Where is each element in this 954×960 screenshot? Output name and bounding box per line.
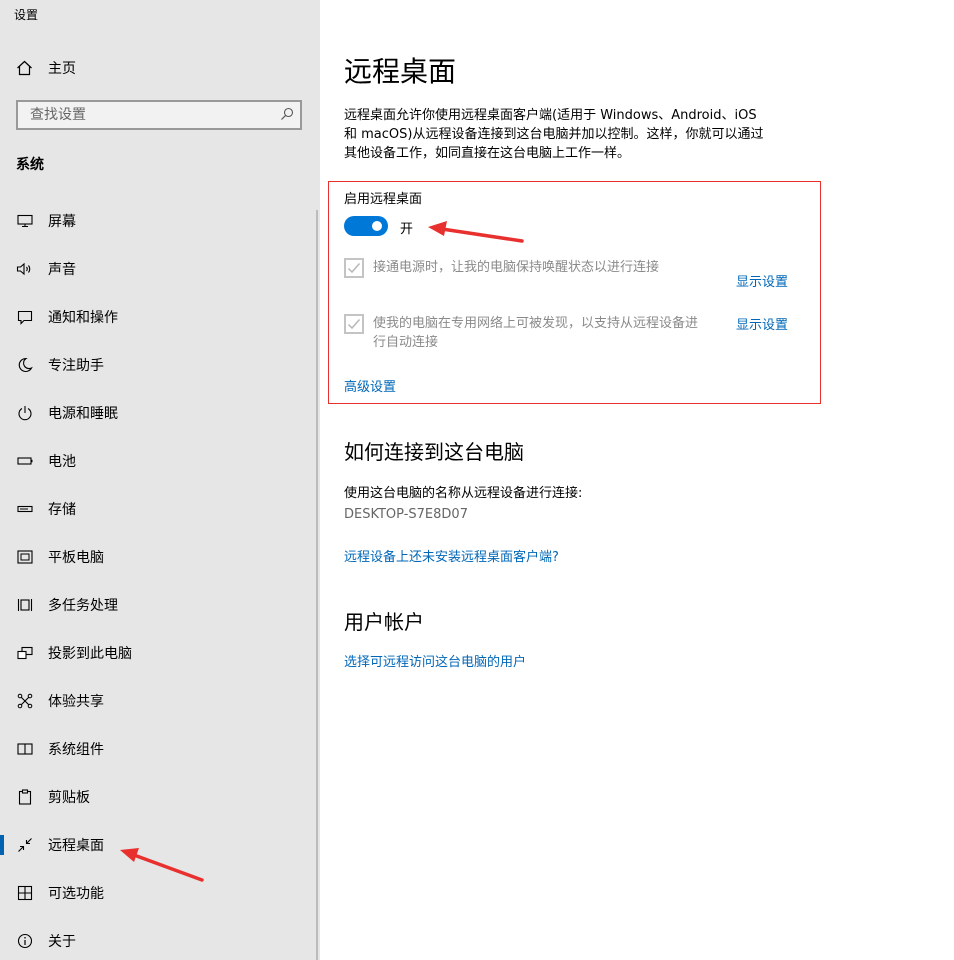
remote-desktop-icon — [16, 836, 34, 854]
sidebar-item-label: 体验共享 — [48, 694, 104, 710]
sidebar-item-label: 剪贴板 — [48, 790, 90, 806]
keep-awake-show-settings-link[interactable]: 显示设置 — [736, 271, 788, 290]
sidebar-item-label: 通知和操作 — [48, 310, 118, 326]
sidebar-item-focus-assist[interactable]: 专注助手 — [0, 341, 316, 389]
description: 远程桌面允许你使用远程桌面客户端(适用于 Windows、Android、iOS… — [344, 106, 804, 163]
sidebar-item-clipboard[interactable]: 剪贴板 — [0, 773, 316, 821]
sidebar-item-display[interactable]: 屏幕 — [0, 197, 316, 245]
keep-awake-text: 接通电源时，让我的电脑保持唤醒状态以进行连接 — [373, 260, 660, 275]
sidebar-item-label: 关于 — [48, 934, 76, 950]
shared-experience-icon — [16, 692, 34, 710]
discoverable-option: 使我的电脑在专用网络上可被发现，以支持从远程设备进 行自动连接 — [344, 314, 728, 352]
description-line: 其他设备工作，如同直接在这台电脑上工作一样。 — [344, 146, 631, 161]
notification-icon — [16, 308, 34, 326]
components-icon — [16, 740, 34, 758]
client-not-installed-link[interactable]: 远程设备上还未安装远程桌面客户端? — [344, 546, 559, 565]
sidebar-scrollbar[interactable] — [316, 210, 318, 960]
sidebar-item-storage[interactable]: 存储 — [0, 485, 316, 533]
connect-heading: 如何连接到这台电脑 — [344, 440, 524, 464]
discoverable-show-settings-link[interactable]: 显示设置 — [736, 314, 788, 333]
sidebar-item-label: 存储 — [48, 502, 76, 518]
sidebar-item-label: 屏幕 — [48, 214, 76, 230]
sidebar-item-sound[interactable]: 声音 — [0, 245, 316, 293]
enable-remote-desktop-label: 启用远程桌面 — [344, 192, 423, 207]
remote-desktop-toggle[interactable] — [344, 216, 388, 236]
clipboard-icon — [16, 788, 34, 806]
info-icon — [16, 932, 34, 950]
main-content: 远程桌面 远程桌面允许你使用远程桌面客户端(适用于 Windows、Androi… — [320, 0, 954, 960]
sidebar: 设置 主页 系统 屏幕 声音 通知和操作 专注助手 — [0, 0, 320, 960]
monitor-icon — [16, 212, 34, 230]
discoverable-text-line: 使我的电脑在专用网络上可被发现，以支持从远程设备进 — [373, 316, 699, 331]
select-users-link[interactable]: 选择可远程访问这台电脑的用户 — [344, 651, 526, 670]
optional-features-icon — [16, 884, 34, 902]
keep-awake-option: 接通电源时，让我的电脑保持唤醒状态以进行连接 — [344, 258, 728, 278]
sidebar-item-about[interactable]: 关于 — [0, 917, 316, 960]
storage-icon — [16, 500, 34, 518]
pc-name: DESKTOP-S7E8D07 — [344, 507, 468, 522]
sidebar-item-battery[interactable]: 电池 — [0, 437, 316, 485]
search-input[interactable] — [28, 106, 280, 124]
sidebar-item-label: 远程桌面 — [48, 838, 104, 854]
speaker-icon — [16, 260, 34, 278]
search-icon[interactable] — [280, 106, 294, 125]
sidebar-item-label: 电源和睡眠 — [48, 406, 118, 422]
battery-icon — [16, 452, 34, 470]
sidebar-nav: 屏幕 声音 通知和操作 专注助手 电源和睡眠 电池 存储 平板电脑 多任务处理 … — [0, 197, 316, 960]
discoverable-text-line: 行自动连接 — [373, 335, 439, 350]
power-icon — [16, 404, 34, 422]
advanced-settings-link[interactable]: 高级设置 — [344, 376, 396, 395]
connect-instructions: 使用这台电脑的名称从远程设备进行连接: — [344, 486, 583, 501]
moon-icon — [16, 356, 34, 374]
sidebar-item-shared-experiences[interactable]: 体验共享 — [0, 677, 316, 725]
search-box[interactable] — [16, 100, 302, 130]
keep-awake-checkbox[interactable] — [344, 258, 364, 278]
sidebar-item-label: 平板电脑 — [48, 550, 104, 566]
description-line: 远程桌面允许你使用远程桌面客户端(适用于 Windows、Android、iOS — [344, 108, 757, 123]
sidebar-item-label: 可选功能 — [48, 886, 104, 902]
page-title: 远程桌面 — [344, 55, 457, 88]
sidebar-item-label: 多任务处理 — [48, 598, 118, 614]
discoverable-checkbox[interactable] — [344, 314, 364, 334]
home-label: 主页 — [48, 61, 76, 77]
app-title: 设置 — [14, 8, 39, 22]
accounts-heading: 用户帐户 — [344, 610, 424, 634]
section-title: 系统 — [16, 157, 44, 173]
checkmark-icon — [347, 263, 361, 274]
sidebar-item-power-sleep[interactable]: 电源和睡眠 — [0, 389, 316, 437]
project-icon — [16, 644, 34, 662]
sidebar-item-label: 专注助手 — [48, 358, 104, 374]
sidebar-item-remote-desktop[interactable]: 远程桌面 — [0, 821, 316, 869]
toggle-state-label: 开 — [400, 222, 414, 237]
sidebar-item-tablet[interactable]: 平板电脑 — [0, 533, 316, 581]
multitask-icon — [16, 596, 34, 614]
sidebar-item-system-components[interactable]: 系统组件 — [0, 725, 316, 773]
highlight-box — [328, 181, 821, 404]
description-line: 和 macOS)从远程设备连接到这台电脑并加以控制。这样，你就可以通过 — [344, 127, 764, 142]
home-icon — [16, 60, 38, 76]
home-nav-item[interactable]: 主页 — [16, 58, 76, 78]
sidebar-item-notifications[interactable]: 通知和操作 — [0, 293, 316, 341]
sidebar-item-multitasking[interactable]: 多任务处理 — [0, 581, 316, 629]
tablet-icon — [16, 548, 34, 566]
sidebar-item-project[interactable]: 投影到此电脑 — [0, 629, 316, 677]
discoverable-text: 使我的电脑在专用网络上可被发现，以支持从远程设备进 行自动连接 — [373, 314, 728, 352]
checkmark-icon — [347, 319, 361, 330]
sidebar-item-label: 系统组件 — [48, 742, 104, 758]
sidebar-item-label: 电池 — [48, 454, 76, 470]
sidebar-item-optional-features[interactable]: 可选功能 — [0, 869, 316, 917]
sidebar-item-label: 投影到此电脑 — [48, 646, 132, 662]
sidebar-item-label: 声音 — [48, 262, 76, 278]
toggle-knob — [372, 221, 382, 231]
